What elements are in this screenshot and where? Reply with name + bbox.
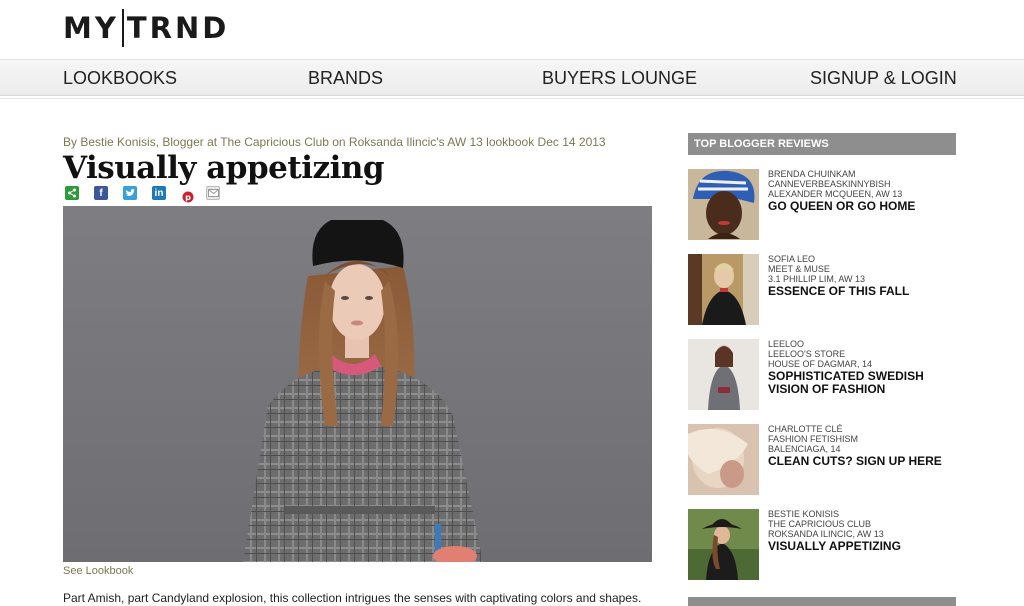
review-thumbnail[interactable] — [688, 169, 759, 240]
site-logo[interactable]: MY TRND — [63, 9, 230, 47]
review-item[interactable]: SOFIA LEO MEET & MUSE 3.1 PHILLIP LIM, A… — [688, 254, 956, 326]
review-author: CHARLOTTE CLÉ — [768, 424, 843, 434]
twitter-icon[interactable] — [123, 186, 137, 200]
review-title[interactable]: CLEAN CUTS? SIGN UP HERE — [768, 455, 956, 468]
lookbook-hero-image[interactable] — [63, 206, 652, 562]
nav-lookbooks[interactable]: LOOKBOOKS — [63, 60, 177, 97]
review-collection: BALENCIAGA, 14 — [768, 444, 841, 454]
review-author: BESTIE KONISIS — [768, 509, 840, 519]
review-title[interactable]: VISUALLY APPETIZING — [768, 540, 956, 553]
review-blog: THE CAPRICIOUS CLUB — [768, 519, 872, 529]
linkedin-icon[interactable]: in — [152, 186, 166, 200]
review-item[interactable]: BESTIE KONISIS THE CAPRICIOUS CLUB ROKSA… — [688, 509, 956, 581]
article-body: Part Amish, part Candyland explosion, th… — [63, 591, 642, 605]
review-collection: 3.1 PHILLIP LIM, AW 13 — [768, 274, 866, 284]
review-blog: FASHION FETISHISM — [768, 434, 859, 444]
review-meta: BESTIE KONISIS THE CAPRICIOUS CLUB ROKSA… — [768, 509, 956, 553]
review-title[interactable]: SOPHISTICATED SWEDISH VISION OF FASHION — [768, 370, 956, 396]
main-nav: LOOKBOOKS BRANDS BUYERS LOUNGE SIGNUP & … — [0, 59, 1024, 96]
review-thumbnail[interactable] — [688, 254, 759, 325]
review-title[interactable]: ESSENCE OF THIS FALL — [768, 285, 956, 298]
review-meta: CHARLOTTE CLÉ FASHION FETISHISM BALENCIA… — [768, 424, 956, 468]
see-lookbook-link[interactable]: See Lookbook — [63, 565, 133, 577]
logo-text-right: TRND — [126, 11, 230, 45]
review-author: SOFIA LEO — [768, 254, 816, 264]
review-meta: LEELOO LEELOO'S STORE HOUSE OF DAGMAR, 1… — [768, 339, 956, 396]
sidebar-next-section-header — [688, 597, 956, 606]
email-icon[interactable] — [206, 186, 220, 200]
nav-buyers-lounge[interactable]: BUYERS LOUNGE — [542, 60, 697, 97]
review-collection: ALEXANDER MCQUEEN, AW 13 — [768, 189, 903, 199]
model-photo — [63, 206, 652, 562]
review-item[interactable]: LEELOO LEELOO'S STORE HOUSE OF DAGMAR, 1… — [688, 339, 956, 411]
pinterest-icon[interactable]: p — [181, 190, 195, 204]
nav-divider — [0, 98, 1024, 99]
sidebar-heading: TOP BLOGGER REVIEWS — [688, 133, 956, 155]
review-meta: BRENDA CHUINKAM CANNEVERBEASKINNYBISH AL… — [768, 169, 956, 213]
review-author: LEELOO — [768, 339, 805, 349]
review-thumbnail[interactable] — [688, 509, 759, 580]
logo-text-left: MY — [63, 11, 119, 45]
review-item[interactable]: BRENDA CHUINKAM CANNEVERBEASKINNYBISH AL… — [688, 169, 956, 241]
facebook-icon[interactable]: f — [94, 186, 108, 200]
nav-signup-login[interactable]: SIGNUP & LOGIN — [810, 60, 957, 97]
review-collection: ROKSANDA ILINCIC, AW 13 — [768, 529, 884, 539]
review-collection: HOUSE OF DAGMAR, 14 — [768, 359, 873, 369]
review-title[interactable]: GO QUEEN OR GO HOME — [768, 200, 956, 213]
review-item[interactable]: CHARLOTTE CLÉ FASHION FETISHISM BALENCIA… — [688, 424, 956, 496]
review-blog: LEELOO'S STORE — [768, 349, 846, 359]
review-blog: CANNEVERBEASKINNYBISH — [768, 179, 891, 189]
article-title: Visually appetizing — [63, 150, 385, 186]
svg-text:p: p — [185, 193, 191, 202]
share-bar: f in p — [65, 186, 235, 204]
logo-divider — [121, 9, 124, 47]
review-blog: MEET & MUSE — [768, 264, 830, 274]
nav-brands[interactable]: BRANDS — [308, 60, 383, 97]
review-meta: SOFIA LEO MEET & MUSE 3.1 PHILLIP LIM, A… — [768, 254, 956, 298]
review-thumbnail[interactable] — [688, 339, 759, 410]
share-icon[interactable] — [65, 186, 79, 200]
review-author: BRENDA CHUINKAM — [768, 169, 856, 179]
review-thumbnail[interactable] — [688, 424, 759, 495]
article-byline: By Bestie Konisis, Blogger at The Capric… — [63, 135, 606, 149]
